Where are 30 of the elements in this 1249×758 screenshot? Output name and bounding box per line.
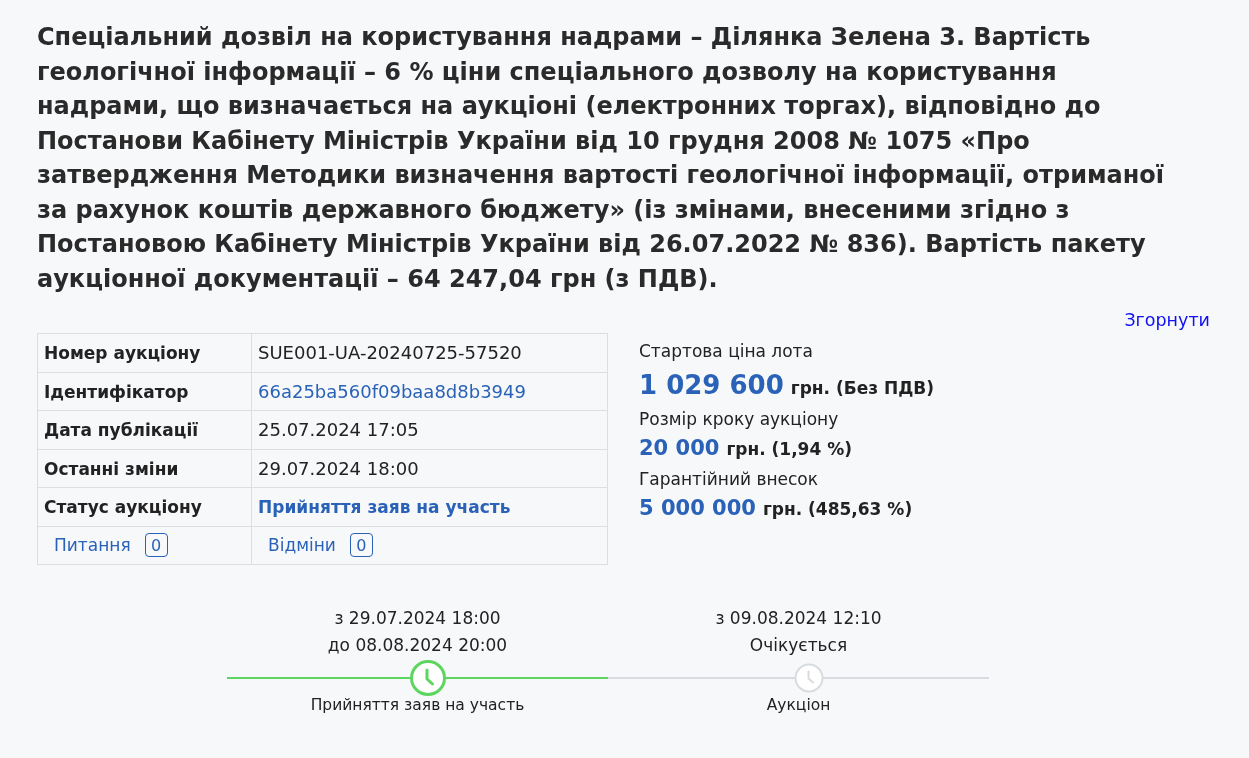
stage-period: з 09.08.2024 12:10: [715, 607, 882, 630]
description-text: Спеціальний дозвіл на користування надрами – Ділянка Зелена 3. Вартість геологічної інформації – 6 % ціни спеціального дозволу на користування надрами, що визначається на аукціоні (електронних торгах), відповідно до Постанови Кабінету Міністрів України від 10 грудня 2008 № 1075 «Про затвердження Методики визначення вартості геологічної інформації, отриманої за рахунок коштів державного бюджету» (із змінами, внесеними згідно з Постановою Кабінету Міністрів України від 26.07.2022 № 836). Вартість пакету аукціонної документації – 64 247,04 грн (з ПДВ).: [37, 22, 1166, 295]
row-label: Ідентифікатор: [44, 381, 189, 402]
price-label: Гарантійний внесок: [639, 468, 819, 491]
price-suffix: грн. (1,94 %): [726, 439, 852, 459]
price-label: Розмір кроку аукціону: [639, 408, 840, 431]
row-value: 29.07.2024 18:00: [258, 457, 419, 479]
price-suffix: грн. (Без ПДВ): [790, 378, 935, 398]
stage-name: Прийняття заяв на участь: [310, 695, 525, 716]
count-badge: 0: [144, 533, 168, 558]
row-label: Останні зміни: [44, 458, 179, 479]
counter-link[interactable]: Питання: [54, 535, 131, 556]
count-badge: 0: [349, 533, 373, 558]
row-label: Дата публікації: [44, 420, 199, 441]
price-amount: 5 000 000: [639, 495, 756, 522]
row-value: SUE001-UA-20240725-57520: [258, 342, 522, 364]
price-suffix: грн. (485,63 %): [762, 499, 913, 519]
collapse-link[interactable]: Згорнути: [1124, 309, 1210, 331]
stage-period: Очікується: [749, 634, 848, 657]
stage-name: Аукціон: [766, 695, 831, 716]
row-label: Статус аукціону: [44, 497, 202, 518]
stage-period: до 08.08.2024 20:00: [327, 634, 508, 657]
price-label: Стартова ціна лота: [639, 340, 814, 363]
row-value: 25.07.2024 17:05: [258, 419, 419, 441]
stage-period: з 29.07.2024 18:00: [334, 607, 501, 630]
status-value: Прийняття заяв на участь: [258, 497, 511, 518]
price-amount: 1 029 600: [639, 369, 784, 402]
row-label: Номер аукціону: [44, 343, 201, 364]
price-amount: 20 000: [639, 435, 720, 462]
counter-link[interactable]: Відміни: [268, 535, 336, 556]
